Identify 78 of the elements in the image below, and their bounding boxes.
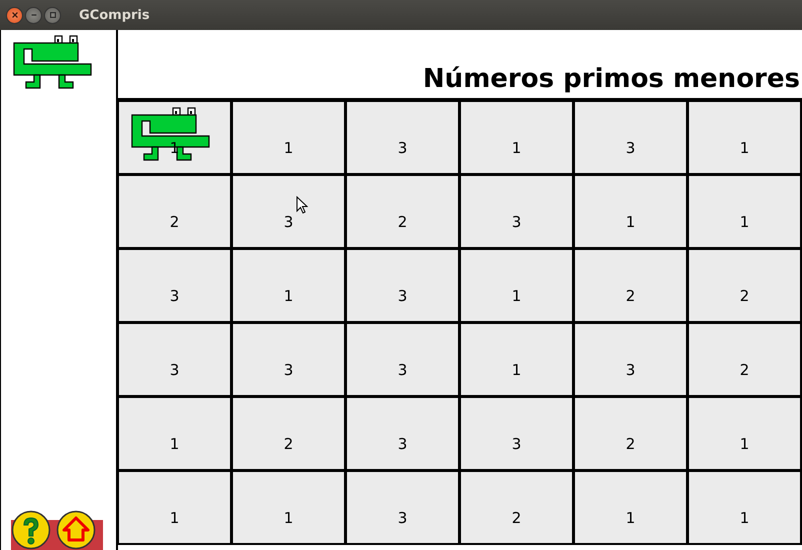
cell-number: 1 xyxy=(512,360,522,378)
grid-cell[interactable]: 3 xyxy=(118,323,232,397)
grid-cell[interactable]: 3 xyxy=(232,323,346,397)
grid-cell[interactable]: 2 xyxy=(688,249,802,323)
close-icon[interactable] xyxy=(6,6,23,24)
cell-number: 3 xyxy=(398,286,408,304)
grid-cell[interactable]: 3 xyxy=(232,175,346,249)
cell-number: 1 xyxy=(512,138,522,156)
grid-cell[interactable]: 3 xyxy=(346,397,460,471)
grid-cell[interactable]: 2 xyxy=(574,397,688,471)
cell-number: 1 xyxy=(740,434,750,452)
grid-cell[interactable]: 1 xyxy=(688,175,802,249)
cell-number: 1 xyxy=(284,138,294,156)
pointer-icon xyxy=(296,196,308,214)
grid-cell[interactable]: 1 xyxy=(232,471,346,545)
cell-number: 1 xyxy=(170,508,180,526)
cell-number: 2 xyxy=(626,434,636,452)
grid-cell[interactable]: 2 xyxy=(574,249,688,323)
cell-number: 2 xyxy=(740,286,750,304)
cell-number: 2 xyxy=(284,434,294,452)
grid-cell[interactable]: 3 xyxy=(346,101,460,175)
minimize-icon[interactable] xyxy=(25,6,42,24)
cell-number: 3 xyxy=(626,138,636,156)
grid-cell[interactable]: 3 xyxy=(460,175,574,249)
cell-number: 1 xyxy=(626,212,636,230)
grid-cell[interactable]: 1 xyxy=(232,249,346,323)
cell-number: 2 xyxy=(512,508,522,526)
cell-number: 3 xyxy=(398,508,408,526)
cell-number: 3 xyxy=(284,212,294,230)
grid-cell[interactable]: 3 xyxy=(346,249,460,323)
maximize-icon[interactable] xyxy=(44,6,61,24)
cell-number: 3 xyxy=(512,434,522,452)
cell-number: 1 xyxy=(512,286,522,304)
cell-number: 2 xyxy=(398,212,408,230)
home-icon[interactable] xyxy=(56,510,96,550)
cell-number: 3 xyxy=(398,138,408,156)
grid-cell[interactable]: 2 xyxy=(688,323,802,397)
grid-cell[interactable]: 2 xyxy=(346,175,460,249)
cell-number: 3 xyxy=(626,360,636,378)
cell-number: 1 xyxy=(284,508,294,526)
grid-cell[interactable]: 1 xyxy=(688,471,802,545)
cell-number: 2 xyxy=(740,360,750,378)
cell-number: 1 xyxy=(284,286,294,304)
cell-number: 1 xyxy=(740,212,750,230)
grid-cell[interactable]: 2 xyxy=(118,175,232,249)
grid-cell[interactable]: 1 xyxy=(118,471,232,545)
grid-cell[interactable]: 1 xyxy=(574,175,688,249)
cell-number: 1 xyxy=(740,138,750,156)
cell-number: 2 xyxy=(626,286,636,304)
cell-number: 3 xyxy=(398,360,408,378)
cell-number: 2 xyxy=(170,212,180,230)
grid-cell[interactable]: 1 xyxy=(460,101,574,175)
grid-cell[interactable]: 3 xyxy=(460,397,574,471)
grid-cell[interactable]: 3 xyxy=(346,471,460,545)
cell-number: 3 xyxy=(170,360,180,378)
cell-number: 3 xyxy=(284,360,294,378)
cell-number: 3 xyxy=(398,434,408,452)
grid-cell[interactable]: 3 xyxy=(574,323,688,397)
grid-cell[interactable]: 1 xyxy=(688,101,802,175)
window-title: GCompris xyxy=(79,8,150,22)
grid-cell[interactable]: 1 xyxy=(688,397,802,471)
cell-number: 1 xyxy=(170,434,180,452)
grid-cell[interactable]: 3 xyxy=(346,323,460,397)
help-icon[interactable] xyxy=(11,510,51,550)
cell-number: 3 xyxy=(512,212,522,230)
grid-cell[interactable]: 2 xyxy=(460,471,574,545)
grid-cell[interactable]: 1 xyxy=(118,397,232,471)
game-title: Números primos menores xyxy=(422,64,801,94)
grid-cell[interactable]: 2 xyxy=(232,397,346,471)
cell-number: 3 xyxy=(170,286,180,304)
grid-cell[interactable]: 1 xyxy=(460,323,574,397)
grid-cell[interactable]: 1 xyxy=(232,101,346,175)
grid-cell[interactable]: 3 xyxy=(118,249,232,323)
grid-cell[interactable]: 1 xyxy=(460,249,574,323)
grid-cell[interactable]: 1 xyxy=(574,471,688,545)
cell-number: 1 xyxy=(626,508,636,526)
grid-cell[interactable]: 3 xyxy=(574,101,688,175)
cell-number: 1 xyxy=(740,508,750,526)
